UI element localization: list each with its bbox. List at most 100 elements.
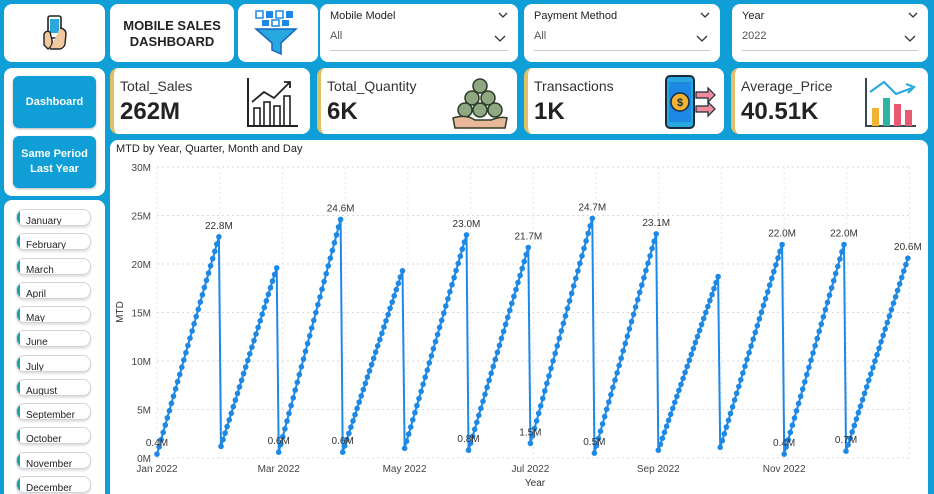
month-label: August bbox=[26, 386, 58, 396]
data-point bbox=[777, 248, 783, 255]
data-point bbox=[474, 419, 480, 426]
data-label: 20.6M bbox=[894, 242, 922, 253]
data-point bbox=[496, 342, 503, 349]
payment-method-dropdown[interactable]: All bbox=[534, 30, 710, 51]
chevron-down-icon[interactable] bbox=[696, 32, 708, 44]
x-tick-label: Nov 2022 bbox=[763, 464, 806, 475]
data-point bbox=[399, 268, 406, 274]
data-point bbox=[401, 445, 408, 452]
title-line-1: MOBILE SALES bbox=[123, 18, 221, 33]
data-point bbox=[657, 441, 664, 448]
month-slicer-item[interactable]: May bbox=[16, 306, 91, 323]
chevron-down-icon[interactable] bbox=[908, 10, 918, 20]
month-slicer-item[interactable]: March bbox=[16, 258, 91, 275]
data-point bbox=[253, 331, 259, 337]
data-point bbox=[507, 307, 513, 314]
data-point bbox=[455, 260, 462, 267]
mobile-model-dropdown[interactable]: All bbox=[330, 30, 508, 51]
mobile-model-slicer[interactable]: Mobile Model All bbox=[320, 4, 518, 62]
data-point bbox=[630, 311, 637, 318]
data-point bbox=[886, 313, 893, 319]
data-label: 22.0M bbox=[768, 229, 796, 240]
data-point bbox=[511, 293, 517, 300]
dashboard-title-card: MOBILE SALES DASHBOARD bbox=[110, 4, 234, 62]
data-point bbox=[492, 356, 499, 363]
data-point bbox=[463, 232, 470, 238]
data-point bbox=[154, 451, 160, 457]
data-point bbox=[214, 241, 220, 247]
data-point bbox=[488, 370, 495, 377]
chevron-down-icon[interactable] bbox=[494, 32, 506, 44]
svg-text:$: $ bbox=[677, 97, 683, 109]
data-point bbox=[535, 410, 542, 417]
data-point bbox=[203, 277, 210, 284]
y-tick-label: 15M bbox=[132, 309, 151, 320]
same-period-last-year-button[interactable]: Same Period Last Year bbox=[13, 136, 96, 188]
chevron-down-icon[interactable] bbox=[700, 10, 710, 20]
data-point bbox=[585, 230, 591, 237]
data-point bbox=[436, 324, 443, 331]
data-label: 0.4M bbox=[146, 438, 168, 449]
data-point bbox=[892, 294, 899, 300]
data-point bbox=[240, 370, 247, 377]
data-point bbox=[560, 320, 567, 327]
month-slicer-item[interactable]: February bbox=[16, 233, 91, 250]
data-point bbox=[261, 304, 268, 311]
data-point bbox=[160, 429, 166, 436]
data-point bbox=[729, 404, 736, 410]
month-slicer-item[interactable]: December bbox=[16, 476, 91, 493]
month-slicer-item[interactable]: April bbox=[16, 282, 91, 299]
data-point bbox=[791, 415, 798, 421]
data-label: 0.6M bbox=[268, 436, 290, 447]
data-point bbox=[868, 371, 874, 377]
data-point bbox=[441, 310, 447, 316]
year-slicer[interactable]: Year 2022 bbox=[732, 4, 928, 62]
data-point bbox=[465, 447, 472, 454]
month-slicer-item[interactable]: July bbox=[16, 355, 91, 372]
data-point bbox=[606, 399, 612, 405]
year-dropdown[interactable]: 2022 bbox=[742, 30, 918, 51]
data-point bbox=[245, 357, 251, 364]
data-point bbox=[628, 318, 635, 325]
chevron-down-icon[interactable] bbox=[904, 32, 916, 44]
payment-method-slicer[interactable]: Payment Method All bbox=[524, 4, 720, 62]
month-slicer-item[interactable]: October bbox=[16, 427, 91, 444]
kpi-label: Total_Quantity bbox=[327, 78, 417, 94]
y-tick-label: 25M bbox=[132, 212, 151, 223]
data-point bbox=[779, 241, 785, 248]
kpi-value: 40.51K bbox=[741, 98, 819, 125]
month-slicer-item[interactable]: January bbox=[16, 209, 91, 226]
data-point bbox=[218, 443, 224, 450]
data-point bbox=[750, 336, 756, 342]
data-label: 22.8M bbox=[205, 221, 233, 232]
month-slicer-item[interactable]: August bbox=[16, 379, 91, 396]
data-point bbox=[898, 274, 905, 281]
data-point bbox=[880, 332, 886, 339]
dashboard-button[interactable]: Dashboard bbox=[13, 76, 96, 128]
data-point bbox=[327, 255, 334, 261]
data-point bbox=[583, 238, 589, 244]
data-point bbox=[391, 293, 398, 299]
month-slicer-item[interactable]: September bbox=[16, 403, 91, 420]
logo-card bbox=[4, 4, 105, 62]
month-slicer-item[interactable]: June bbox=[16, 330, 91, 347]
y-axis-title: MTD bbox=[115, 301, 126, 323]
data-label: 0.7M bbox=[835, 435, 857, 446]
data-point bbox=[890, 300, 897, 306]
data-point bbox=[746, 349, 752, 356]
data-point bbox=[482, 391, 488, 398]
month-slicer-item[interactable]: November bbox=[16, 452, 91, 469]
data-point bbox=[265, 291, 272, 298]
data-point bbox=[620, 348, 626, 354]
data-point bbox=[457, 253, 464, 259]
data-point bbox=[636, 289, 643, 296]
data-point bbox=[587, 223, 593, 229]
data-point bbox=[234, 390, 241, 397]
data-point bbox=[614, 370, 620, 376]
chevron-down-icon[interactable] bbox=[498, 10, 508, 20]
data-point bbox=[736, 383, 742, 390]
data-point bbox=[711, 285, 717, 292]
data-point bbox=[694, 333, 701, 340]
data-point bbox=[804, 371, 810, 378]
data-point bbox=[672, 399, 678, 406]
